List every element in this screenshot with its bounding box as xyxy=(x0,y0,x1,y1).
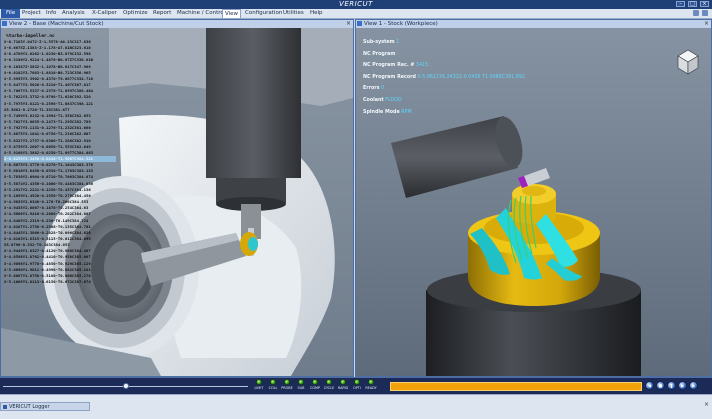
logger-bar: VERICUT Logger × xyxy=(0,394,712,419)
led-cycle[interactable]: CYCLE xyxy=(323,379,335,390)
status-led-icon xyxy=(284,379,290,385)
info-errors: Errors 0 xyxy=(363,86,385,92)
led-comp[interactable]: COMP xyxy=(309,379,321,390)
logger-icon xyxy=(3,405,7,409)
menu-machine-control[interactable]: Machine / Control xyxy=(175,9,227,18)
info-nc-program: NC Program xyxy=(363,51,396,57)
window-controls: – □ × xyxy=(676,1,709,7)
info-record-number: NC Program Rec. # 3415 xyxy=(363,63,429,69)
status-led-icon xyxy=(312,379,318,385)
menu-bar: File Project Info Analysis X-Caliper Opt… xyxy=(0,9,712,19)
nc-program-line[interactable]: X-5.1665Y1.8113-0.6150-T0.672C387.674 xyxy=(4,279,116,285)
menu-configuration[interactable]: Configuration xyxy=(243,9,284,18)
led-rapid[interactable]: RAPID xyxy=(337,379,349,390)
view-1-close-icon[interactable]: × xyxy=(704,20,709,28)
tab-vericut-logger[interactable]: VERICUT Logger xyxy=(0,402,90,411)
machine-viewport[interactable]: %turbo-impeller.nc X-6.7103Y.0472-Z-1.55… xyxy=(1,28,353,376)
menu-info[interactable]: Info xyxy=(44,9,58,18)
view-icon xyxy=(2,21,7,26)
info-program-record: NC Program Record X-5.9611Y6.2432Z-0.043… xyxy=(363,74,525,80)
led-limit[interactable]: LIMIT xyxy=(253,379,265,390)
close-icon[interactable]: × xyxy=(700,1,709,7)
menu-x-caliper[interactable]: X-Caliper xyxy=(90,9,119,18)
info-coolant: Coolant FLOOD xyxy=(363,97,402,103)
view-2-panel: View 2 - Base (Machine/Cut Stock) × %tur… xyxy=(0,19,354,377)
view-icon xyxy=(357,21,362,26)
view-2-title: View 2 - Base (Machine/Cut Stock) xyxy=(9,21,104,27)
minimize-icon[interactable]: – xyxy=(676,1,685,7)
view-2-close-icon[interactable]: × xyxy=(346,20,351,28)
stop-icon[interactable]: ■ xyxy=(656,381,665,390)
logger-title: VERICUT Logger xyxy=(9,404,50,410)
slider-handle[interactable] xyxy=(123,383,129,389)
status-led-icon xyxy=(368,379,374,385)
title-bar: VERICUT – □ × xyxy=(0,0,712,9)
menu-report[interactable]: Report xyxy=(151,9,173,18)
led-coll[interactable]: COLL xyxy=(267,379,279,390)
layout-icon[interactable] xyxy=(702,10,708,16)
info-subsystem: Sub-system 1 xyxy=(363,40,400,45)
menu-utilities[interactable]: Utilities xyxy=(281,9,306,18)
spindle-head xyxy=(206,28,301,178)
status-led-icon xyxy=(256,379,262,385)
led-opti[interactable]: OPTI xyxy=(351,379,363,390)
status-led-icon xyxy=(270,379,276,385)
logger-close-icon[interactable]: × xyxy=(704,401,709,408)
led-probe[interactable]: PROBE xyxy=(281,379,293,390)
status-led-icon xyxy=(354,379,360,385)
status-led-icon xyxy=(298,379,304,385)
app-title: VERICUT xyxy=(339,0,373,8)
play-icon[interactable]: ▶ xyxy=(689,381,698,390)
simulation-info-overlay: Sub-system 1 NC Program NC Program Rec. … xyxy=(363,37,525,118)
menu-project[interactable]: Project xyxy=(20,9,43,18)
maximize-icon[interactable]: □ xyxy=(688,1,697,7)
rewind-icon[interactable]: ◀ xyxy=(645,381,654,390)
simulation-control-bar: LIMIT COLL PROBE SUB COMP CYCLE RAPID OP… xyxy=(0,377,712,395)
simulation-progress-bar xyxy=(390,382,642,391)
menu-optimize[interactable]: Optimize xyxy=(121,9,150,18)
menu-file[interactable]: File xyxy=(1,9,21,18)
pause-icon[interactable]: ❚ xyxy=(667,381,676,390)
menu-quick-icons xyxy=(693,10,708,16)
menu-analysis[interactable]: Analysis xyxy=(60,9,87,18)
playback-controls: ◀ ■ ❚ ▶ ▶ xyxy=(645,381,698,390)
step-icon[interactable]: ▶ xyxy=(678,381,687,390)
menu-view[interactable]: View xyxy=(222,9,242,18)
status-led-icon xyxy=(340,379,346,385)
nc-program-list[interactable]: X-6.7103Y.0472-Z-1.5578-A6.23C317.836 X-6… xyxy=(4,39,116,285)
view-1-title: View 1 - Stock (Workpiece) xyxy=(364,21,438,27)
workpiece-viewport[interactable]: Sub-system 1 NC Program NC Program Rec. … xyxy=(356,28,711,376)
info-spindle-mode: Spindle Mode RPM xyxy=(363,109,412,115)
help-icon[interactable] xyxy=(693,10,699,16)
view-1-panel: View 1 - Stock (Workpiece) × Sub-system … xyxy=(355,19,712,377)
led-sub[interactable]: SUB xyxy=(295,379,307,390)
status-lights: LIMIT COLL PROBE SUB COMP CYCLE RAPID OP… xyxy=(253,379,377,390)
status-led-icon xyxy=(326,379,332,385)
menu-help[interactable]: Help xyxy=(308,9,325,18)
led-ready[interactable]: READY xyxy=(365,379,377,390)
